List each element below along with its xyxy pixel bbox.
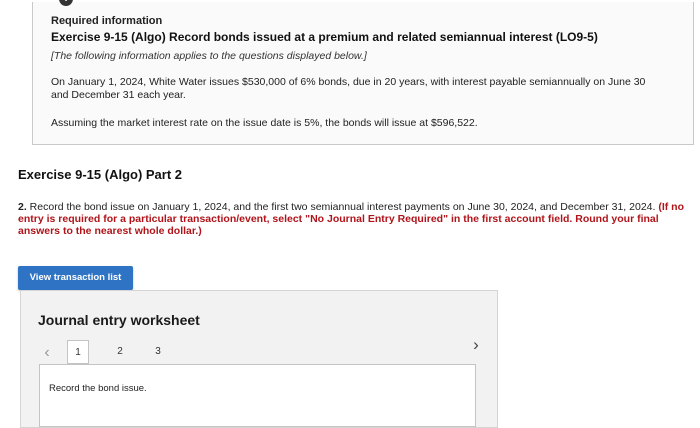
page-tab-2[interactable]: 2: [109, 340, 131, 364]
alert-icon: !: [59, 0, 73, 6]
info-note: [The following information applies to th…: [51, 50, 367, 62]
problem-description: On January 1, 2024, White Water issues $…: [51, 76, 646, 101]
market-rate-note: Assuming the market interest rate on the…: [51, 117, 478, 129]
part-title: Exercise 9-15 (Algo) Part 2: [18, 167, 183, 182]
entry-prompt-box: Record the bond issue.: [39, 364, 476, 427]
worksheet-title: Journal entry worksheet: [38, 312, 200, 328]
question-number: 2.: [18, 201, 27, 213]
required-information-panel: ! Required information Exercise 9-15 (Al…: [32, 0, 694, 145]
journal-entry-worksheet: Journal entry worksheet ‹ 1 2 3 › Record…: [20, 290, 498, 428]
exercise-title: Exercise 9-15 (Algo) Record bonds issued…: [51, 30, 598, 44]
question-text: Record the bond issue on January 1, 2024…: [26, 201, 659, 213]
entry-prompt: Record the bond issue.: [49, 383, 147, 394]
info-heading: Required information: [51, 15, 163, 27]
chevron-right-icon[interactable]: ›: [469, 336, 483, 353]
question-instructions: 2. Record the bond issue on January 1, 2…: [18, 201, 698, 237]
chevron-left-icon[interactable]: ‹: [40, 345, 54, 361]
view-transaction-list-button[interactable]: View transaction list: [18, 266, 133, 290]
page-tab-1[interactable]: 1: [67, 340, 89, 364]
page-tab-3[interactable]: 3: [147, 340, 169, 364]
